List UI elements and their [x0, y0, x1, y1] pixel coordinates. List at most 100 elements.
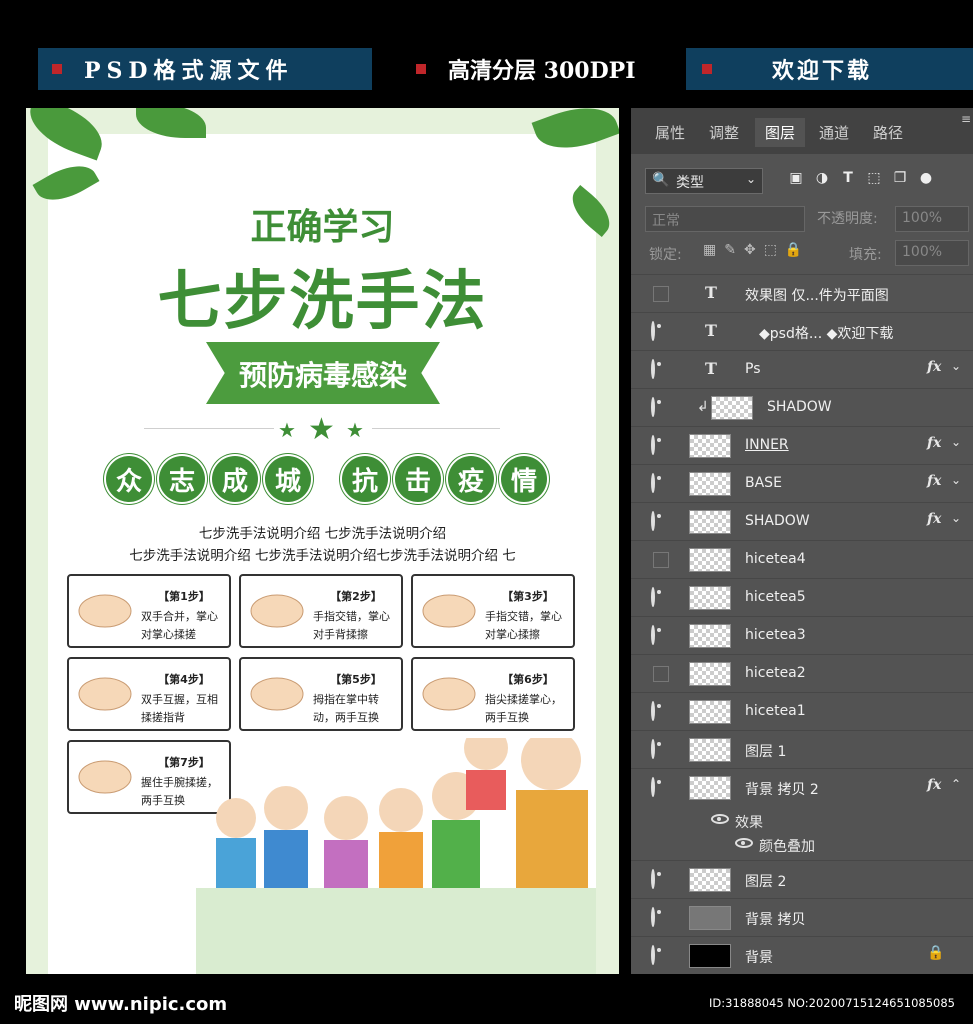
tab-properties[interactable]: 属性	[655, 122, 685, 143]
layer-thumbnail	[689, 510, 731, 534]
eye-icon[interactable]	[651, 625, 671, 645]
layer-row[interactable]: 背景 拷贝 2 fx ⌃	[631, 768, 973, 807]
children-illustration	[196, 738, 596, 974]
fx-icon[interactable]: fx	[927, 511, 941, 527]
slogan-char: 成	[210, 454, 260, 504]
layer-row[interactable]: 背景 🔒	[631, 936, 973, 975]
hands-icon	[250, 677, 304, 711]
eye-icon[interactable]	[651, 397, 671, 417]
eye-icon[interactable]	[651, 739, 671, 759]
layer-name: BASE	[745, 475, 782, 491]
fx-icon[interactable]: fx	[927, 435, 941, 451]
opacity-field[interactable]: 100%	[895, 206, 969, 232]
panel-tabs: 属性 调整 图层 通道 路径 ≡	[631, 108, 973, 154]
type-layer-icon: T	[705, 359, 717, 378]
slogan-char: 击	[393, 454, 443, 504]
fx-icon[interactable]: fx	[927, 473, 941, 489]
layer-row[interactable]: 图层 2	[631, 860, 973, 899]
filter-toggle-icon[interactable]: ●	[913, 170, 939, 186]
slogan-char: 众	[104, 454, 154, 504]
eye-icon[interactable]	[651, 701, 671, 721]
chevron-down-icon[interactable]: ⌄	[951, 359, 961, 373]
type-layer-icon: T	[705, 283, 717, 302]
eye-icon[interactable]	[651, 321, 671, 341]
layer-row[interactable]: 背景 拷贝	[631, 898, 973, 937]
eye-icon[interactable]	[651, 587, 671, 607]
hands-icon	[250, 594, 304, 628]
visibility-toggle[interactable]	[653, 552, 669, 568]
layer-row[interactable]: T ◆psd格... ◆欢迎下载	[631, 312, 973, 351]
layer-thumbnail	[689, 868, 731, 892]
eye-icon[interactable]	[651, 777, 671, 797]
divider-right	[372, 428, 500, 429]
layer-row[interactable]: INNER fx ⌄	[631, 426, 973, 465]
eye-icon[interactable]	[735, 836, 753, 852]
tab-layers[interactable]: 图层	[755, 118, 806, 147]
eye-icon[interactable]	[651, 945, 671, 965]
layer-row[interactable]: T 效果图 仅...件为平面图	[631, 274, 973, 313]
layer-row[interactable]: hicetea5	[631, 578, 973, 617]
layer-row[interactable]: hicetea2	[631, 654, 973, 693]
layer-filter-select[interactable]: 🔍 类型 ⌄	[645, 168, 763, 194]
layer-name: SHADOW	[767, 399, 832, 415]
poster-preview: 正确学习 七步洗手法 预防病毒感染 ★ ★ ★ 众 志 成 城 抗 击 疫 情 …	[26, 108, 619, 974]
fx-icon[interactable]: fx	[927, 777, 941, 793]
lock-icon: 🔒	[927, 945, 945, 961]
eye-icon[interactable]	[651, 869, 671, 889]
eye-icon[interactable]	[651, 435, 671, 455]
type-filter-icon[interactable]: T	[835, 170, 861, 186]
visibility-toggle[interactable]	[653, 666, 669, 682]
image-filter-icon[interactable]: ▣	[783, 170, 809, 186]
banner-download-text: 欢迎下载	[772, 58, 873, 84]
step-card-1: 【第1步】 双手合并，掌心 对掌心揉搓	[67, 574, 231, 648]
chevron-down-icon[interactable]: ⌄	[951, 435, 961, 449]
layer-name: 背景 拷贝	[745, 912, 806, 928]
eye-icon[interactable]	[651, 907, 671, 927]
eye-icon[interactable]	[651, 511, 671, 531]
step-number: 【第3步】	[502, 590, 554, 603]
blend-mode-select[interactable]: 正常	[645, 206, 805, 232]
layer-row[interactable]: BASE fx ⌄	[631, 464, 973, 503]
layer-row[interactable]: hicetea4	[631, 540, 973, 579]
description-line-1: 七步洗手法说明介绍 七步洗手法说明介绍	[198, 526, 447, 542]
eye-icon[interactable]	[711, 812, 729, 828]
layer-row[interactable]: hicetea1	[631, 692, 973, 731]
layer-name: INNER	[745, 437, 789, 453]
layer-name: ◆psd格... ◆欢迎下载	[759, 326, 894, 342]
chevron-up-icon[interactable]: ⌃	[951, 777, 961, 791]
layer-thumbnail	[689, 944, 731, 968]
layer-row[interactable]: T Ps fx ⌄	[631, 350, 973, 389]
layer-row[interactable]: SHADOW fx ⌄	[631, 502, 973, 541]
layer-name: 背景 拷贝 2	[745, 782, 819, 798]
opacity-label: 不透明度:	[817, 211, 878, 227]
shape-filter-icon[interactable]: ⬚	[861, 170, 887, 186]
tab-adjustments[interactable]: 调整	[709, 122, 739, 143]
layer-thumbnail	[689, 906, 731, 930]
adjustment-filter-icon[interactable]: ◑	[809, 170, 835, 186]
lock-icons[interactable]: ▦✎✥⬚🔒	[703, 242, 810, 258]
layer-thumbnail	[689, 548, 731, 572]
chevron-down-icon[interactable]: ⌄	[951, 473, 961, 487]
tab-paths[interactable]: 路径	[873, 122, 903, 143]
tab-channels[interactable]: 通道	[819, 122, 849, 143]
fill-field[interactable]: 100%	[895, 240, 969, 266]
smart-filter-icon[interactable]: ❐	[887, 170, 913, 186]
chevron-down-icon: ⌄	[745, 172, 756, 186]
layer-name: 图层 1	[745, 744, 787, 760]
eye-icon[interactable]	[651, 473, 671, 493]
eye-icon[interactable]	[651, 359, 671, 379]
layer-row[interactable]: ↲ SHADOW	[631, 388, 973, 427]
hands-icon	[422, 677, 476, 711]
layer-name: 效果图 仅...件为平面图	[745, 288, 889, 304]
ribbon-label: 预防病毒感染	[238, 359, 407, 392]
smart-object-thumbnail	[689, 434, 731, 458]
layer-thumbnail	[689, 662, 731, 686]
fx-icon[interactable]: fx	[927, 359, 941, 375]
layer-thumbnail	[711, 396, 753, 420]
visibility-toggle[interactable]	[653, 286, 669, 302]
layer-row[interactable]: hicetea3	[631, 616, 973, 655]
chevron-down-icon[interactable]: ⌄	[951, 511, 961, 525]
panel-menu-icon[interactable]: ≡	[961, 112, 971, 126]
step-card-4: 【第4步】 双手互握，互相 揉搓指背	[67, 657, 231, 731]
layer-row[interactable]: 图层 1	[631, 730, 973, 769]
